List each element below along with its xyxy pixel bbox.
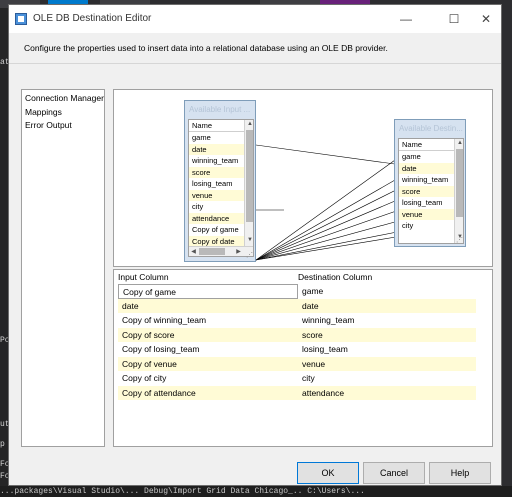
mapping-line xyxy=(255,175,403,261)
mapping-row[interactable]: Copy of game game xyxy=(118,284,476,299)
input-table-name-header: Name xyxy=(189,120,245,132)
background-right-panel xyxy=(502,8,512,497)
cancel-button[interactable]: Cancel xyxy=(363,462,425,484)
scroll-up-arrow-icon[interactable]: ▲ xyxy=(245,120,253,129)
destination-column-item[interactable]: game xyxy=(399,151,455,163)
mapping-row[interactable]: Copy of score score xyxy=(118,327,476,342)
destination-column-cell[interactable]: city xyxy=(298,371,476,386)
nav-item-connection-manager[interactable]: Connection Manager xyxy=(22,92,104,106)
mapping-line xyxy=(255,230,403,261)
input-column-cell[interactable]: Copy of city xyxy=(118,371,298,386)
navigation-list: Connection Manager Mappings Error Output xyxy=(21,89,105,447)
destination-column-cell[interactable]: losing_team xyxy=(298,342,476,357)
ok-button[interactable]: OK xyxy=(297,462,359,484)
background-output-text: ...packages\Visual Studio\... Debug\Impo… xyxy=(0,486,512,497)
input-column-item[interactable]: Copy of game xyxy=(189,224,245,236)
input-column-item[interactable]: attendance xyxy=(189,212,245,224)
mapping-row[interactable]: date date xyxy=(118,298,476,313)
input-column-item[interactable]: city xyxy=(189,201,245,213)
mapping-row[interactable]: Copy of venue venue xyxy=(118,356,476,371)
destination-column-cell[interactable]: attendance xyxy=(298,385,476,400)
input-column-item[interactable]: winning_team xyxy=(189,155,245,167)
nav-item-mappings[interactable]: Mappings xyxy=(22,106,104,120)
input-column-cell[interactable]: date xyxy=(118,298,298,313)
input-column-item[interactable]: venue xyxy=(189,189,245,201)
scroll-down-arrow-icon[interactable]: ▼ xyxy=(245,236,253,245)
destination-column-item[interactable]: winning_team xyxy=(399,174,455,186)
destination-column-cell[interactable]: winning_team xyxy=(298,313,476,328)
scroll-thumb[interactable] xyxy=(199,248,225,255)
destination-column-item[interactable]: score xyxy=(399,185,455,197)
destination-table-body: Name game date winning_team score losing… xyxy=(398,138,464,244)
mapping-row[interactable]: Copy of attendance attendance xyxy=(118,385,476,400)
maximize-button[interactable]: ☐ xyxy=(441,9,467,29)
separator xyxy=(9,63,501,64)
input-column-header: Input Column xyxy=(118,272,169,282)
resize-grip-icon[interactable]: ⋰ xyxy=(246,252,254,260)
minimize-button[interactable]: — xyxy=(393,9,419,29)
mapping-line xyxy=(255,235,403,261)
input-column-item[interactable]: losing_team xyxy=(189,178,245,190)
ole-db-destination-editor-dialog: OLE DB Destination Editor — ☐ ✕ Configur… xyxy=(8,4,502,486)
input-column-item[interactable]: game xyxy=(189,132,245,144)
destination-column-item[interactable]: date xyxy=(399,162,455,174)
mapping-line xyxy=(255,208,403,261)
destination-column-cell[interactable]: date xyxy=(298,298,476,313)
destination-column-item[interactable]: city xyxy=(399,220,455,232)
input-column-cell[interactable]: Copy of game xyxy=(118,284,298,299)
scroll-right-arrow-icon[interactable]: ▶ xyxy=(234,247,243,256)
input-column-cell[interactable]: Copy of venue xyxy=(118,356,298,371)
mapping-line xyxy=(255,186,403,261)
input-table-body: Name game date winning_team score losing… xyxy=(188,119,254,257)
mapping-line xyxy=(255,219,403,261)
destination-column-cell[interactable]: venue xyxy=(298,356,476,371)
available-input-columns-table[interactable]: Available Input ... Name game date winni… xyxy=(184,100,256,262)
scroll-thumb[interactable] xyxy=(246,130,253,222)
scroll-thumb[interactable] xyxy=(456,149,463,217)
column-mapping-canvas[interactable]: Available Input ... Name game date winni… xyxy=(113,89,493,267)
nav-item-error-output[interactable]: Error Output xyxy=(22,119,104,133)
close-button[interactable]: ✕ xyxy=(473,9,499,29)
destination-column-cell[interactable]: game xyxy=(298,284,476,299)
title-bar: OLE DB Destination Editor — ☐ ✕ xyxy=(9,5,501,33)
input-table-vertical-scrollbar[interactable]: ▲ ▼ xyxy=(244,120,253,246)
destination-column-header: Destination Column xyxy=(298,272,373,282)
dialog-title: OLE DB Destination Editor xyxy=(33,13,152,24)
background-snippet: p xyxy=(0,440,5,449)
input-column-cell[interactable]: Copy of attendance xyxy=(118,385,298,400)
app-icon xyxy=(15,13,27,25)
input-column-item[interactable]: date xyxy=(189,143,245,155)
dialog-description: Configure the properties used to insert … xyxy=(24,43,388,53)
input-column-cell[interactable]: Copy of score xyxy=(118,327,298,342)
input-column-cell[interactable]: Copy of losing_team xyxy=(118,342,298,357)
destination-column-item[interactable]: venue xyxy=(399,208,455,220)
mapping-line xyxy=(255,144,403,166)
scroll-up-arrow-icon[interactable]: ▲ xyxy=(455,139,463,148)
scroll-left-arrow-icon[interactable]: ◀ xyxy=(189,247,198,256)
destination-column-item[interactable]: losing_team xyxy=(399,197,455,209)
input-column-cell[interactable]: Copy of winning_team xyxy=(118,313,298,328)
available-destination-columns-table[interactable]: Available Destin... Name game date winni… xyxy=(394,119,466,247)
destination-column-cell[interactable]: score xyxy=(298,327,476,342)
input-table-header: Available Input ... xyxy=(189,105,251,114)
mapping-row[interactable]: Copy of city city xyxy=(118,371,476,386)
mapping-row[interactable]: Copy of winning_team winning_team xyxy=(118,313,476,328)
destination-table-header: Available Destin... xyxy=(399,124,463,133)
help-button[interactable]: Help xyxy=(429,462,491,484)
mappings-grid-header: Input Column Destination Column xyxy=(114,270,492,284)
input-column-item[interactable]: score xyxy=(189,166,245,178)
destination-table-name-header: Name xyxy=(399,139,455,151)
destination-table-vertical-scrollbar[interactable]: ▲ ▼ xyxy=(454,139,463,243)
input-table-horizontal-scrollbar[interactable]: ◀ ▶ xyxy=(189,246,253,256)
mapping-row[interactable]: Copy of losing_team losing_team xyxy=(118,342,476,357)
resize-grip-icon[interactable]: ⋰ xyxy=(456,237,464,245)
mappings-grid: Input Column Destination Column Copy of … xyxy=(113,269,493,447)
